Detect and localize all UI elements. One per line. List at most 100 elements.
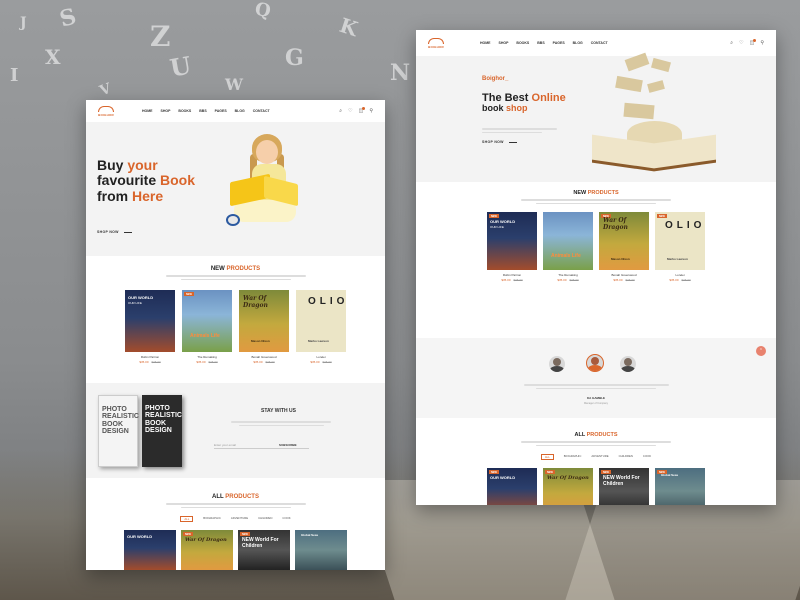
menu-item-home[interactable]: HOME <box>480 41 491 45</box>
book-cover[interactable]: NEW Animals Life <box>182 290 232 352</box>
book-cover[interactable]: NEW War Of Dragon Mason Nixon <box>599 212 649 270</box>
product-card[interactable]: NEW OUR WORLD OUR LIFE Robin Parrion $35… <box>487 212 537 282</box>
mockup-home-2: BOIGHOR HOME SHOP BOOKS BBS PAGES BLOG C… <box>416 30 776 505</box>
book-mockup-white: PHOTO REALISTIC BOOK DESIGN <box>98 395 139 467</box>
testimonial-role: Manager of Company <box>583 402 609 405</box>
new-products-section: NEW PRODUCTS OUR WORLD OUR LIFE Robin Pa… <box>86 266 385 364</box>
product-name[interactable]: The Remaking <box>197 355 217 359</box>
section-title: ALL PRODUCTS <box>574 432 618 438</box>
section-description <box>161 503 311 508</box>
mockup-home-1: BOIGHOR HOME SHOP BOOKS BBS PAGES BLOG C… <box>86 100 385 570</box>
product-name[interactable]: Bonah Greenwood <box>251 355 276 359</box>
menu-item-contact[interactable]: CONTACT <box>591 41 608 45</box>
tab-all[interactable]: ALL <box>180 516 194 522</box>
book-logo-icon <box>428 37 444 44</box>
book-cover[interactable]: NEW NEW World For Children <box>599 468 649 505</box>
hero-banner: Buy your favourite Book from Here SHOP N… <box>86 122 385 256</box>
product-card[interactable]: NEW OLIO Marko Lawson Lorelei $35.00 $35.… <box>655 212 705 282</box>
product-name[interactable]: The Remaking <box>558 273 578 277</box>
flying-book <box>624 52 650 72</box>
book-cover[interactable]: NEW OUR WORLD OUR LIFE <box>487 212 537 270</box>
newsletter-title: STAY WITH US <box>261 408 296 414</box>
product-card[interactable]: Animals Life The Remaking $35.00 $35.00 <box>543 212 593 282</box>
menu-item-bbs[interactable]: BBS <box>199 109 206 113</box>
testimonial-avatar[interactable] <box>620 356 636 372</box>
book-cover[interactable]: NEW OUR WORLD <box>487 468 537 505</box>
book-cover[interactable]: Global Seas <box>295 530 347 570</box>
menu-item-blog[interactable]: BLOG <box>235 109 245 113</box>
product-price: $35.00 $35.00 <box>669 278 691 282</box>
book-cover[interactable]: OUR WORLD OUR LIFE <box>125 290 175 352</box>
heart-icon[interactable]: ♡ <box>739 40 743 46</box>
book-cover[interactable]: NEW War Of Dragon <box>543 468 593 505</box>
product-grid: NEW OUR WORLD OUR LIFE Robin Parrion $35… <box>416 212 776 282</box>
tab-biographic[interactable]: BIOGRAPHIC <box>564 454 582 460</box>
subscribe-button[interactable]: SUBSCRIBE <box>279 441 297 447</box>
newsletter-section: PHOTO REALISTIC BOOK DESIGN PHOTO REALIS… <box>86 383 385 478</box>
product-card[interactable]: War Of Dragon Mason Nixon Bonah Greenwoo… <box>239 290 289 364</box>
book-cover[interactable]: NEW OLIO Marko Lawson <box>655 212 705 270</box>
tab-cook[interactable]: COOK <box>643 454 651 460</box>
product-card[interactable]: OUR WORLD OUR LIFE Robin Parrion $35.00 $… <box>125 290 175 364</box>
tab-children[interactable]: CHILDREN <box>258 516 272 522</box>
product-price: $35.00 $35.00 <box>501 278 523 282</box>
menu-item-pages[interactable]: PAGES <box>215 109 227 113</box>
tab-adventure[interactable]: ADVENTURE <box>231 516 248 522</box>
tab-children[interactable]: CHILDREN <box>619 454 633 460</box>
scroll-to-top-button[interactable]: ⌃ <box>756 346 766 356</box>
menu-item-shop[interactable]: SHOP <box>161 109 171 113</box>
user-icon[interactable]: ⚲ <box>369 108 373 114</box>
book-cover[interactable]: NEW War Of Dragon <box>181 530 233 570</box>
book-mockup-black: PHOTO REALISTIC BOOK DESIGN <box>142 395 182 467</box>
search-icon[interactable]: ⌕ <box>730 40 733 46</box>
product-name[interactable]: Bonah Greenwood <box>611 273 636 277</box>
menu-item-shop[interactable]: SHOP <box>499 41 509 45</box>
book-cover[interactable]: Animals Life <box>543 212 593 270</box>
book-cover[interactable]: NEW Global Seas <box>655 468 705 505</box>
filter-tabs: ALL BIOGRAPHIC ADVENTURE CHILDREN COOK <box>416 454 776 460</box>
testimonial-avatar-active[interactable] <box>586 354 604 372</box>
book-cover[interactable]: NEW NEW World For Children <box>238 530 290 570</box>
product-grid: OUR WORLD OUR LIFE Robin Parrion $35.00 $… <box>86 290 385 364</box>
section-title: NEW PRODUCTS <box>210 266 261 272</box>
product-price: $35.00 $35.00 <box>139 360 161 364</box>
menu-item-bbs[interactable]: BBS <box>537 41 544 45</box>
product-name[interactable]: Robin Parrion <box>141 355 159 359</box>
cart-icon[interactable]: ◫ <box>359 106 365 114</box>
tab-cook[interactable]: COOK <box>282 516 290 522</box>
product-name[interactable]: Lorelei <box>316 355 325 359</box>
shop-now-link[interactable]: SHOP NOW <box>97 230 132 234</box>
product-card[interactable]: NEW War Of Dragon Mason Nixon Bonah Gree… <box>599 212 649 282</box>
menu-item-contact[interactable]: CONTACT <box>253 109 270 113</box>
shop-now-link[interactable]: SHOP NOW <box>482 140 517 144</box>
product-price: $35.00 $35.00 <box>196 360 218 364</box>
section-description <box>521 441 671 446</box>
tab-adventure[interactable]: ADVENTURE <box>591 454 608 460</box>
testimonial-name: KA GAMBLE <box>586 396 606 400</box>
logo-text: BOIGHOR <box>98 112 114 117</box>
product-name[interactable]: Lorelei <box>675 273 684 277</box>
book-cover[interactable]: OLIO Marko Lawson <box>296 290 346 352</box>
logo[interactable]: BOIGHOR <box>96 105 116 117</box>
book-cover[interactable]: OUR WORLD <box>124 530 176 570</box>
main-menu: HOME SHOP BOOKS BBS PAGES BLOG CONTACT <box>480 41 608 45</box>
product-grid: NEW OUR WORLD NEW War Of Dragon NEW NEW … <box>416 468 776 505</box>
user-icon[interactable]: ⚲ <box>760 40 764 46</box>
menu-item-books[interactable]: BOOKS <box>178 109 191 113</box>
tab-all[interactable]: ALL <box>540 454 554 460</box>
product-card[interactable]: NEW Animals Life The Remaking $35.00 $35.… <box>182 290 232 364</box>
menu-item-home[interactable]: HOME <box>142 109 153 113</box>
product-card[interactable]: OLIO Marko Lawson Lorelei $35.00 $35.00 <box>296 290 346 364</box>
cart-icon[interactable]: ◫ <box>750 38 756 46</box>
flying-book <box>647 80 665 93</box>
testimonial-avatar[interactable] <box>549 356 565 372</box>
heart-icon[interactable]: ♡ <box>348 108 352 114</box>
menu-item-books[interactable]: BOOKS <box>516 41 529 45</box>
search-icon[interactable]: ⌕ <box>339 108 342 114</box>
tab-biographic[interactable]: BIOGRAPHIC <box>203 516 221 522</box>
book-cover[interactable]: War Of Dragon Mason Nixon <box>239 290 289 352</box>
logo[interactable]: BOIGHOR <box>426 37 446 49</box>
product-name[interactable]: Robin Parrion <box>503 273 521 277</box>
menu-item-pages[interactable]: PAGES <box>553 41 565 45</box>
menu-item-blog[interactable]: BLOG <box>573 41 583 45</box>
